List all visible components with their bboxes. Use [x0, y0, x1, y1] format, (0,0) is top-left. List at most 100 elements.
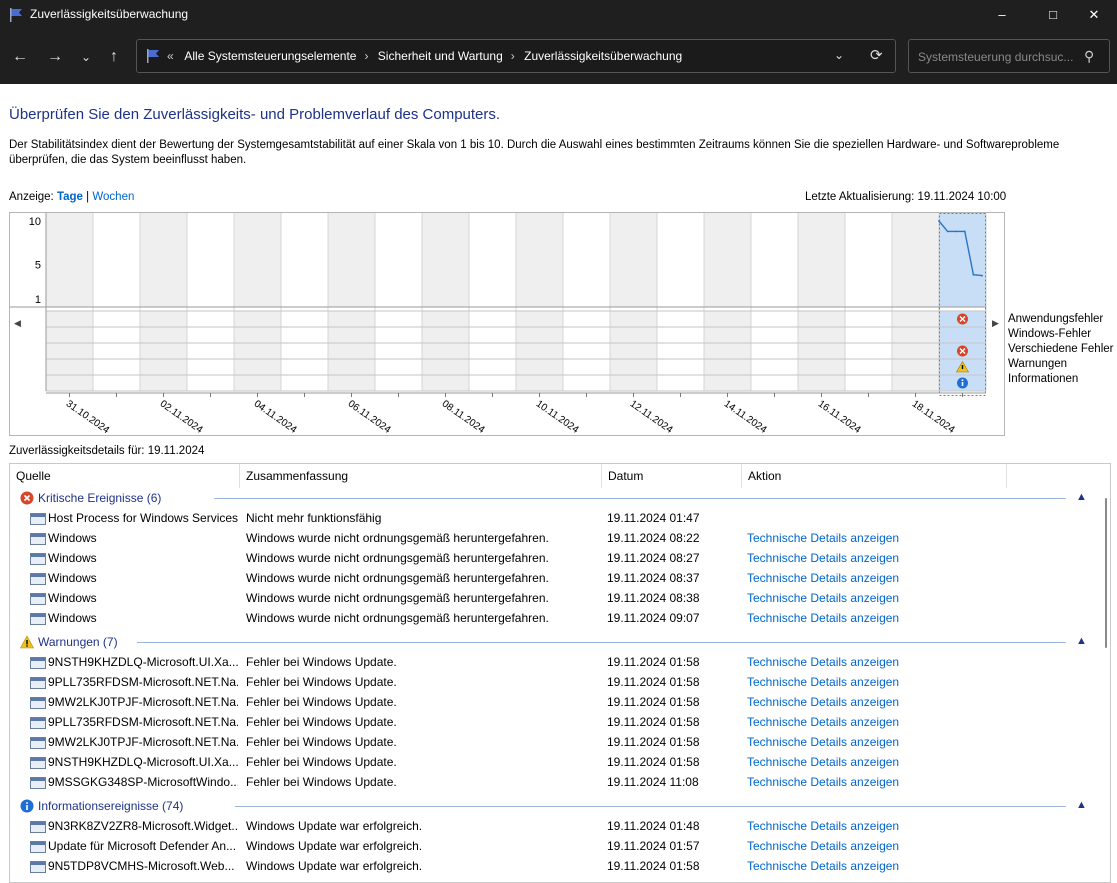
table-row[interactable]: 9PLL735RFDSM-Microsoft.NET.Na... Fehler b…: [10, 712, 1100, 732]
breadcrumb-item[interactable]: Alle Systemsteuerungselemente: [184, 49, 356, 63]
group-label[interactable]: Kritische Ereignisse (6): [38, 491, 161, 505]
close-button[interactable]: ✕: [1071, 0, 1117, 29]
technical-details-link[interactable]: Technische Details anzeigen: [747, 819, 899, 833]
group-label[interactable]: Informationsereignisse (74): [38, 799, 183, 813]
group-header[interactable]: Kritische Ereignisse (6) ▲: [10, 488, 1100, 508]
search-icon[interactable]: ⚲: [1084, 48, 1094, 65]
legend-item: Verschiedene Fehler: [1008, 343, 1114, 355]
app-window-icon: [30, 553, 46, 565]
collapse-chevron-icon[interactable]: ▲: [1076, 799, 1087, 811]
breadcrumb-separator-icon[interactable]: ›: [364, 49, 368, 63]
breadcrumb-separator-icon[interactable]: ›: [511, 49, 515, 63]
technical-details-link[interactable]: Technische Details anzeigen: [747, 755, 899, 769]
app-window-icon: [30, 677, 46, 689]
row-date: 19.11.2024 01:58: [607, 675, 700, 689]
column-header-summary[interactable]: Zusammenfassung: [240, 464, 602, 488]
row-summary: Windows wurde nicht ordnungsgemäß herunt…: [246, 551, 549, 565]
table-row[interactable]: 9MSSGKG348SP-MicrosoftWindo... Fehler bei…: [10, 772, 1100, 792]
forward-button[interactable]: →: [44, 47, 66, 67]
table-row[interactable]: 9N3RK8ZV2ZR8-Microsoft.Widget... Windows …: [10, 816, 1100, 836]
row-date: 19.11.2024 01:58: [607, 859, 700, 873]
table-scrollbar[interactable]: [1102, 488, 1110, 882]
table-row[interactable]: 9N5TDP8VCMHS-Microsoft.Web... Windows Upd…: [10, 856, 1100, 876]
group-header[interactable]: Warnungen (7) ▲: [10, 632, 1100, 652]
technical-details-link[interactable]: Technische Details anzeigen: [747, 715, 899, 729]
day-column: [704, 213, 751, 307]
search-input[interactable]: Systemsteuerung durchsuc...: [918, 50, 1073, 64]
technical-details-link[interactable]: Technische Details anzeigen: [747, 735, 899, 749]
collapse-chevron-icon[interactable]: ▲: [1076, 635, 1087, 647]
table-row[interactable]: Windows Windows wurde nicht ordnungsgemäß…: [10, 608, 1100, 628]
table-row[interactable]: Windows Windows wurde nicht ordnungsgemäß…: [10, 568, 1100, 588]
chart-scroll-right-icon[interactable]: ▶: [992, 318, 999, 329]
table-row[interactable]: Windows Windows wurde nicht ordnungsgemäß…: [10, 548, 1100, 568]
up-button[interactable]: ↑: [103, 47, 125, 67]
breadcrumb-item[interactable]: Zuverlässigkeitsüberwachung: [524, 49, 682, 63]
row-source: 9MW2LKJ0TPJF-Microsoft.NET.Na...: [48, 695, 238, 709]
stability-point: [955, 230, 958, 233]
table-row[interactable]: Update für Microsoft Defender An... Windo…: [10, 836, 1100, 856]
row-source: Update für Microsoft Defender An...: [48, 839, 237, 853]
view-days-link[interactable]: Tage: [57, 191, 83, 203]
table-row[interactable]: 9NSTH9KHZDLQ-Microsoft.UI.Xa... Fehler be…: [10, 652, 1100, 672]
search-box[interactable]: Systemsteuerung durchsuc... ⚲: [908, 39, 1110, 73]
day-event-column: [516, 311, 563, 391]
window-title: Zuverlässigkeitsüberwachung: [30, 7, 189, 21]
day-column: [328, 213, 375, 307]
address-bar[interactable]: « Alle Systemsteuerungselemente › Sicherh…: [136, 39, 896, 73]
day-event-column: [422, 311, 469, 391]
table-row[interactable]: Host Process for Windows Services Nicht m…: [10, 508, 1100, 528]
table-row[interactable]: 9MW2LKJ0TPJF-Microsoft.NET.Na... Fehler b…: [10, 692, 1100, 712]
technical-details-link[interactable]: Technische Details anzeigen: [747, 775, 899, 789]
recent-locations-button[interactable]: ⌄: [75, 47, 97, 67]
table-row[interactable]: Windows Windows wurde nicht ordnungsgemäß…: [10, 528, 1100, 548]
table-row[interactable]: 9PLL735RFDSM-Microsoft.NET.Na... Fehler b…: [10, 672, 1100, 692]
reliability-chart-svg[interactable]: 10 5 1 31.10.2024 02.11.2024 04.11.2024 06.11.…: [10, 213, 1004, 436]
stability-point: [963, 230, 966, 233]
day-column: [845, 213, 892, 307]
maximize-button[interactable]: □: [1030, 0, 1076, 29]
technical-details-link[interactable]: Technische Details anzeigen: [747, 675, 899, 689]
column-header-source[interactable]: Quelle: [10, 464, 240, 488]
chart-scroll-left-icon[interactable]: ◀: [14, 318, 21, 329]
technical-details-link[interactable]: Technische Details anzeigen: [747, 591, 899, 605]
last-update: Letzte Aktualisierung: 19.11.2024 10:00: [805, 191, 1007, 203]
info-icon-dot: [961, 379, 964, 381]
technical-details-link[interactable]: Technische Details anzeigen: [747, 611, 899, 625]
column-header-action[interactable]: Aktion: [742, 464, 1007, 488]
technical-details-link[interactable]: Technische Details anzeigen: [747, 571, 899, 585]
back-button[interactable]: ←: [9, 47, 31, 67]
collapse-chevron-icon[interactable]: ▲: [1076, 491, 1087, 503]
group-label[interactable]: Warnungen (7): [38, 635, 118, 649]
page-title: Überprüfen Sie den Zuverlässigkeits- und…: [9, 106, 501, 123]
breadcrumb-item[interactable]: Sicherheit und Wartung: [378, 49, 503, 63]
technical-details-link[interactable]: Technische Details anzeigen: [747, 531, 899, 545]
row-date: 19.11.2024 01:57: [607, 839, 700, 853]
group-divider: [235, 806, 1066, 807]
refresh-icon[interactable]: ⟳: [870, 46, 883, 64]
day-event-column: [375, 311, 422, 391]
info-icon-mark: [961, 382, 964, 386]
minimize-button[interactable]: –: [979, 0, 1025, 29]
table-row[interactable]: 9NSTH9KHZDLQ-Microsoft.UI.Xa... Fehler be…: [10, 752, 1100, 772]
row-date: 19.11.2024 08:38: [607, 591, 700, 605]
chevron-down-icon[interactable]: ⌄: [834, 48, 844, 62]
details-label: Zuverlässigkeitsdetails für: 19.11.2024: [9, 445, 205, 457]
legend-item: Informationen: [1008, 373, 1079, 385]
group-header[interactable]: Informationsereignisse (74) ▲: [10, 796, 1100, 816]
table-row[interactable]: Windows Windows wurde nicht ordnungsgemäß…: [10, 588, 1100, 608]
technical-details-link[interactable]: Technische Details anzeigen: [747, 695, 899, 709]
view-weeks-link[interactable]: Wochen: [92, 191, 134, 203]
technical-details-link[interactable]: Technische Details anzeigen: [747, 859, 899, 873]
reliability-chart[interactable]: 10 5 1 31.10.2024 02.11.2024 04.11.2024 06.11.…: [9, 212, 1005, 436]
technical-details-link[interactable]: Technische Details anzeigen: [747, 551, 899, 565]
day-event-column: [704, 311, 751, 391]
table-row[interactable]: 9MW2LKJ0TPJF-Microsoft.NET.Na... Fehler b…: [10, 732, 1100, 752]
column-header-date[interactable]: Datum: [602, 464, 742, 488]
stability-point: [938, 220, 940, 222]
overflow-chevron-icon[interactable]: «: [167, 49, 174, 63]
row-source: Windows: [48, 551, 97, 565]
row-source: 9N3RK8ZV2ZR8-Microsoft.Widget...: [48, 819, 238, 833]
technical-details-link[interactable]: Technische Details anzeigen: [747, 839, 899, 853]
technical-details-link[interactable]: Technische Details anzeigen: [747, 655, 899, 669]
